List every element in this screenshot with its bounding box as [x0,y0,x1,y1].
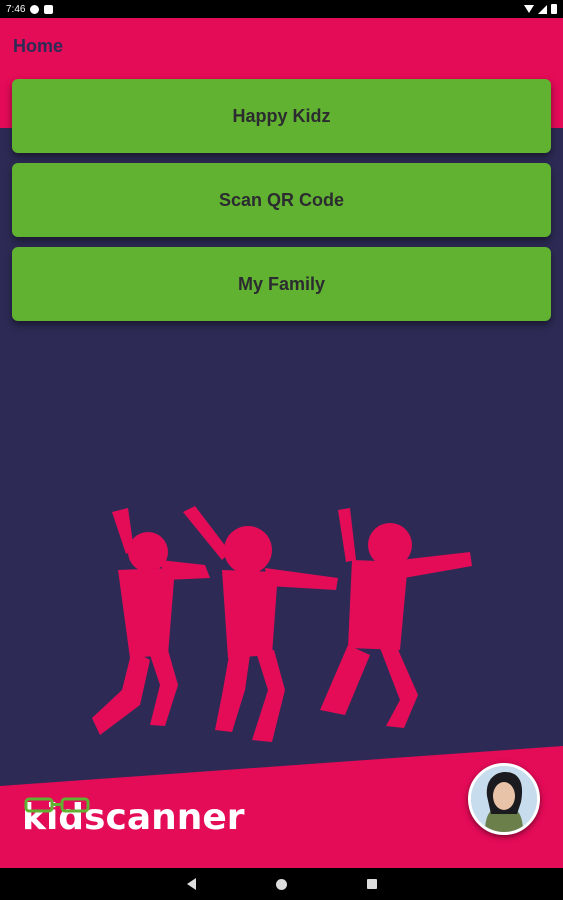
kid-silhouette-left [92,508,210,735]
signal-icon [538,4,547,14]
glasses-icon [24,797,90,813]
sd-card-icon [44,4,54,14]
kid-silhouette-middle [183,506,338,742]
wifi-icon [524,5,534,13]
battery-icon [551,4,557,14]
status-bar: 7:46 [0,0,563,18]
happy-kidz-button[interactable]: Happy Kidz [12,79,551,153]
system-nav-bar [0,868,563,900]
my-family-button[interactable]: My Family [12,247,551,321]
jumping-kids-illustration [92,506,472,742]
back-icon[interactable] [186,878,196,890]
notification-icon [30,4,40,14]
kidscanner-logo: kidscanner [22,797,245,836]
scan-qr-code-button[interactable]: Scan QR Code [12,163,551,237]
recents-icon[interactable] [366,879,377,889]
user-photo-icon [471,766,537,832]
home-icon[interactable] [275,878,287,890]
status-time: 7:46 [6,3,26,15]
kid-silhouette-right [320,508,472,728]
profile-avatar[interactable] [468,763,540,835]
page-title: Home [13,36,64,56]
